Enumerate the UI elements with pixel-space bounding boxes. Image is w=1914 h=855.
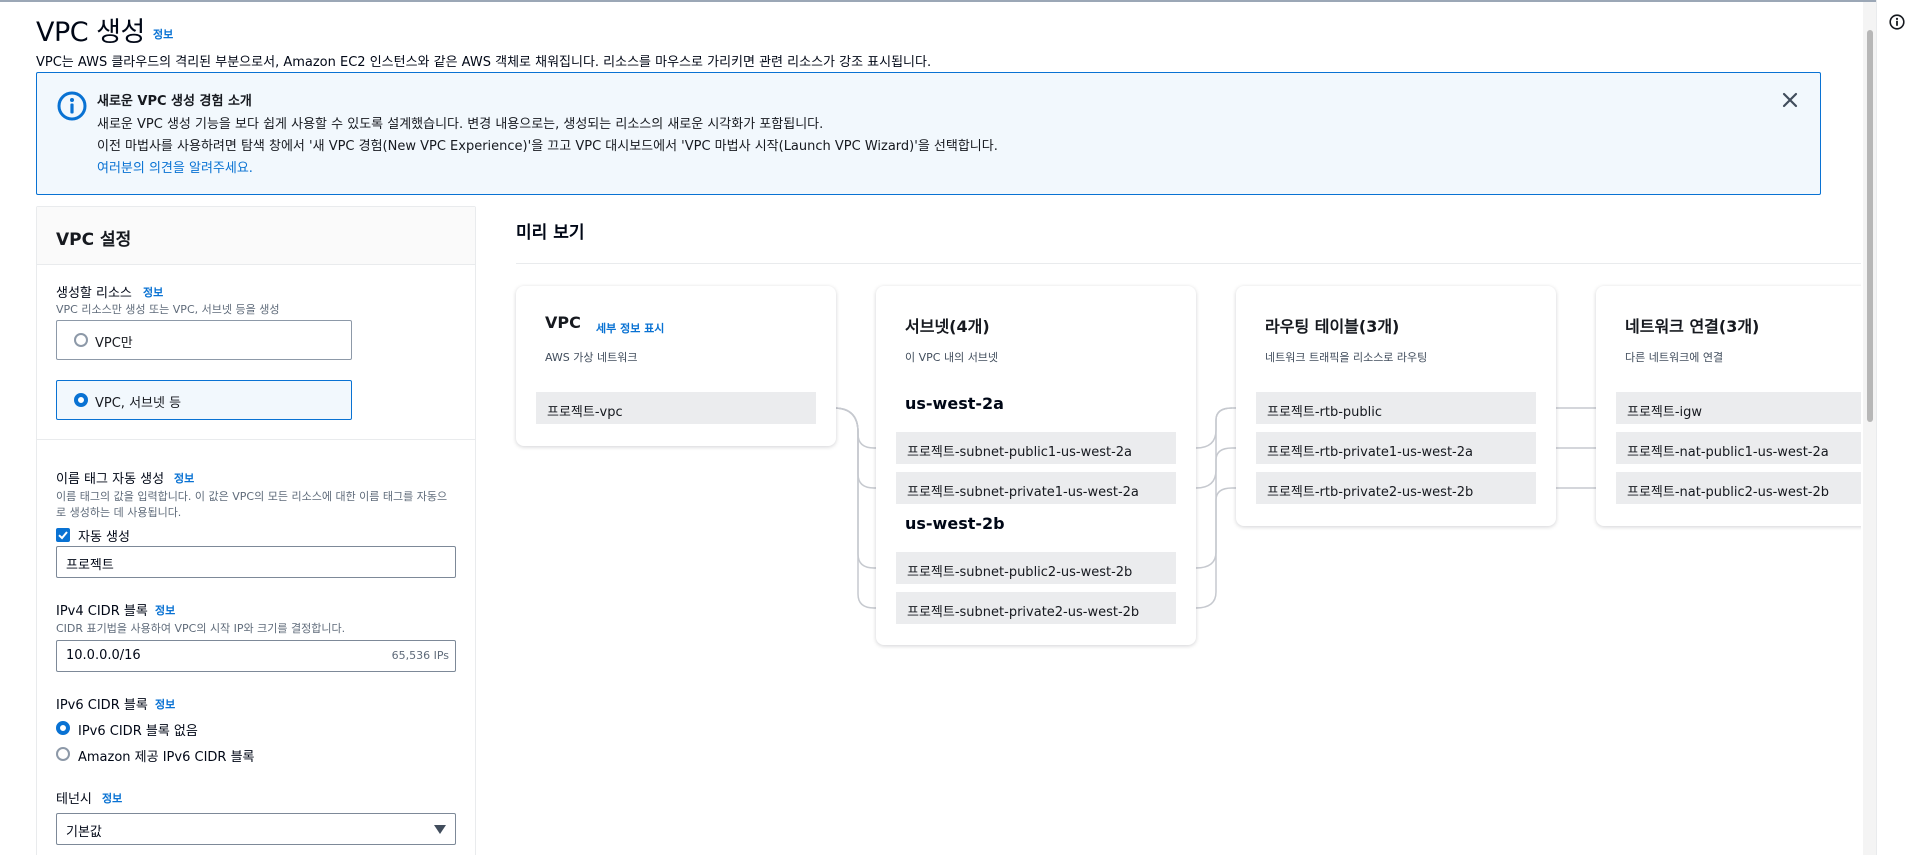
radio-vpc-and-more[interactable]: VPC, 서브넷 등 — [56, 380, 352, 420]
vpc-node[interactable]: 프로젝트-vpc — [536, 392, 816, 424]
page-title: VPC 생성 — [36, 17, 145, 48]
resources-label: 생성할 리소스 — [56, 286, 132, 301]
tenancy-label: 테넌시 — [56, 792, 92, 807]
info-banner: 새로운 VPC 생성 경험 소개 새로운 VPC 생성 기능을 보다 쉽게 사용… — [36, 72, 1821, 195]
radio-amazon-ipv6[interactable]: Amazon 제공 IPv6 CIDR 블록 — [56, 746, 356, 765]
subnet-card-title: 서브넷(4개) — [905, 317, 990, 336]
subnet-card: 서브넷(4개) 이 VPC 내의 서브넷 us-west-2a 프로젝트-sub… — [876, 286, 1196, 645]
ipv4-cidr-input[interactable]: 10.0.0.0/16 65,536 IPs — [56, 640, 456, 672]
name-tag-description-line2: 로 생성하는 데 사용됩니다. — [56, 506, 182, 519]
ipv6-info-link[interactable]: 정보 — [155, 696, 175, 712]
route-table-node[interactable]: 프로젝트-rtb-public — [1256, 392, 1536, 424]
az-heading-us-west-2a: us-west-2a — [905, 394, 1004, 413]
name-tag-label: 이름 태그 자동 생성 — [56, 472, 165, 487]
network-connections-card: 네트워크 연결(3개) 다른 네트워크에 연결 프로젝트-igw 프로젝트-na… — [1596, 286, 1861, 526]
radio-circle-selected — [56, 721, 70, 735]
radio-label-vpc-only: VPC만 — [95, 336, 133, 351]
preview-title: 미리 보기 — [516, 223, 585, 243]
radio-circle — [74, 333, 88, 347]
name-tag-description-line1: 이름 태그의 값을 입력합니다. 이 값은 VPC의 모든 리소스에 대한 이름… — [56, 490, 448, 503]
az-heading-us-west-2b: us-west-2b — [905, 514, 1005, 533]
name-tag-value: 프로젝트 — [66, 558, 114, 573]
radio-label-amazon-ipv6: Amazon 제공 IPv6 CIDR 블록 — [78, 750, 255, 765]
network-node[interactable]: 프로젝트-nat-public1-us-west-2a — [1616, 432, 1861, 464]
route-table-node[interactable]: 프로젝트-rtb-private1-us-west-2a — [1256, 432, 1536, 464]
checkmark-icon — [58, 531, 68, 540]
close-icon[interactable] — [1778, 88, 1802, 112]
radio-label-vpc-and-more: VPC, 서브넷 등 — [95, 396, 182, 411]
ipv4-label: IPv4 CIDR 블록 — [56, 604, 148, 619]
radio-label-no-ipv6: IPv6 CIDR 블록 없음 — [78, 724, 198, 739]
resources-description: VPC 리소스만 생성 또는 VPC, 서브넷 등을 생성 — [56, 303, 280, 316]
subnet-node[interactable]: 프로젝트-subnet-private2-us-west-2b — [896, 592, 1176, 624]
route-card-subtitle: 네트워크 트래픽을 리소스로 라우팅 — [1265, 351, 1428, 364]
show-details-link[interactable]: 세부 정보 표시 — [596, 320, 664, 336]
auto-generate-checkbox[interactable] — [56, 528, 70, 542]
tenancy-select[interactable]: 기본값 — [56, 813, 456, 845]
subnet-node[interactable]: 프로젝트-subnet-public1-us-west-2a — [896, 432, 1176, 464]
ipv4-cidr-value: 10.0.0.0/16 — [66, 648, 141, 663]
banner-text-line2: 이전 마법사를 사용하려면 탐색 창에서 '새 VPC 경험(New VPC E… — [97, 139, 998, 154]
banner-text-line1: 새로운 VPC 생성 기능을 보다 쉽게 사용할 수 있도록 설계했습니다. 변… — [97, 117, 824, 132]
auto-generate-label: 자동 생성 — [78, 530, 130, 545]
scrollbar-thumb[interactable] — [1867, 30, 1873, 422]
vpc-card-subtitle: AWS 가상 네트워크 — [545, 351, 638, 364]
resources-info-link[interactable]: 정보 — [143, 284, 163, 300]
radio-circle — [56, 747, 70, 761]
section-divider — [37, 439, 475, 440]
network-card-subtitle: 다른 네트워크에 연결 — [1625, 351, 1724, 364]
right-help-rail — [1876, 0, 1914, 855]
caret-down-icon — [434, 825, 446, 834]
network-card-clip: 네트워크 연결(3개) 다른 네트워크에 연결 프로젝트-igw 프로젝트-na… — [1590, 280, 1861, 540]
ip-count: 65,536 IPs — [391, 649, 449, 662]
route-table-card: 라우팅 테이블(3개) 네트워크 트래픽을 리소스로 라우팅 프로젝트-rtb-… — [1236, 286, 1556, 526]
info-circle-icon — [57, 91, 87, 121]
tenancy-info-link[interactable]: 정보 — [102, 790, 122, 806]
settings-title: VPC 설정 — [56, 230, 132, 250]
subnet-node[interactable]: 프로젝트-subnet-private1-us-west-2a — [896, 472, 1176, 504]
page-description: VPC는 AWS 클라우드의 격리된 부분으로서, Amazon EC2 인스턴… — [36, 55, 932, 70]
vpc-card: VPC 세부 정보 표시 AWS 가상 네트워크 프로젝트-vpc — [516, 286, 836, 446]
settings-header: VPC 설정 — [37, 207, 475, 265]
ipv6-label: IPv6 CIDR 블록 — [56, 698, 148, 713]
subnet-node[interactable]: 프로젝트-subnet-public2-us-west-2b — [896, 552, 1176, 584]
vpc-card-title: VPC — [545, 313, 581, 332]
preview-divider — [516, 263, 1861, 264]
tenancy-value: 기본값 — [66, 825, 102, 840]
network-node[interactable]: 프로젝트-nat-public2-us-west-2b — [1616, 472, 1861, 504]
radio-no-ipv6[interactable]: IPv6 CIDR 블록 없음 — [56, 720, 356, 739]
banner-title: 새로운 VPC 생성 경험 소개 — [97, 94, 252, 109]
name-tag-info-link[interactable]: 정보 — [174, 470, 194, 486]
radio-vpc-only[interactable]: VPC만 — [56, 320, 352, 360]
vpc-settings-panel: VPC 설정 생성할 리소스 정보 VPC 리소스만 생성 또는 VPC, 서브… — [36, 206, 476, 855]
name-tag-input[interactable]: 프로젝트 — [56, 546, 456, 578]
network-node[interactable]: 프로젝트-igw — [1616, 392, 1861, 424]
subnet-card-subtitle: 이 VPC 내의 서브넷 — [905, 351, 999, 364]
title-info-link[interactable]: 정보 — [153, 26, 173, 42]
route-card-title: 라우팅 테이블(3개) — [1265, 317, 1400, 336]
radio-circle-selected — [74, 393, 88, 407]
ipv4-description: CIDR 표기법을 사용하여 VPC의 시작 IP와 크기를 결정합니다. — [56, 622, 346, 635]
ipv4-info-link[interactable]: 정보 — [155, 602, 175, 618]
top-divider — [0, 0, 1876, 2]
info-circle-icon[interactable] — [1889, 14, 1905, 30]
network-card-title: 네트워크 연결(3개) — [1625, 317, 1760, 336]
route-table-node[interactable]: 프로젝트-rtb-private2-us-west-2b — [1256, 472, 1536, 504]
feedback-link[interactable]: 여러분의 의견을 알려주세요. — [97, 157, 253, 176]
